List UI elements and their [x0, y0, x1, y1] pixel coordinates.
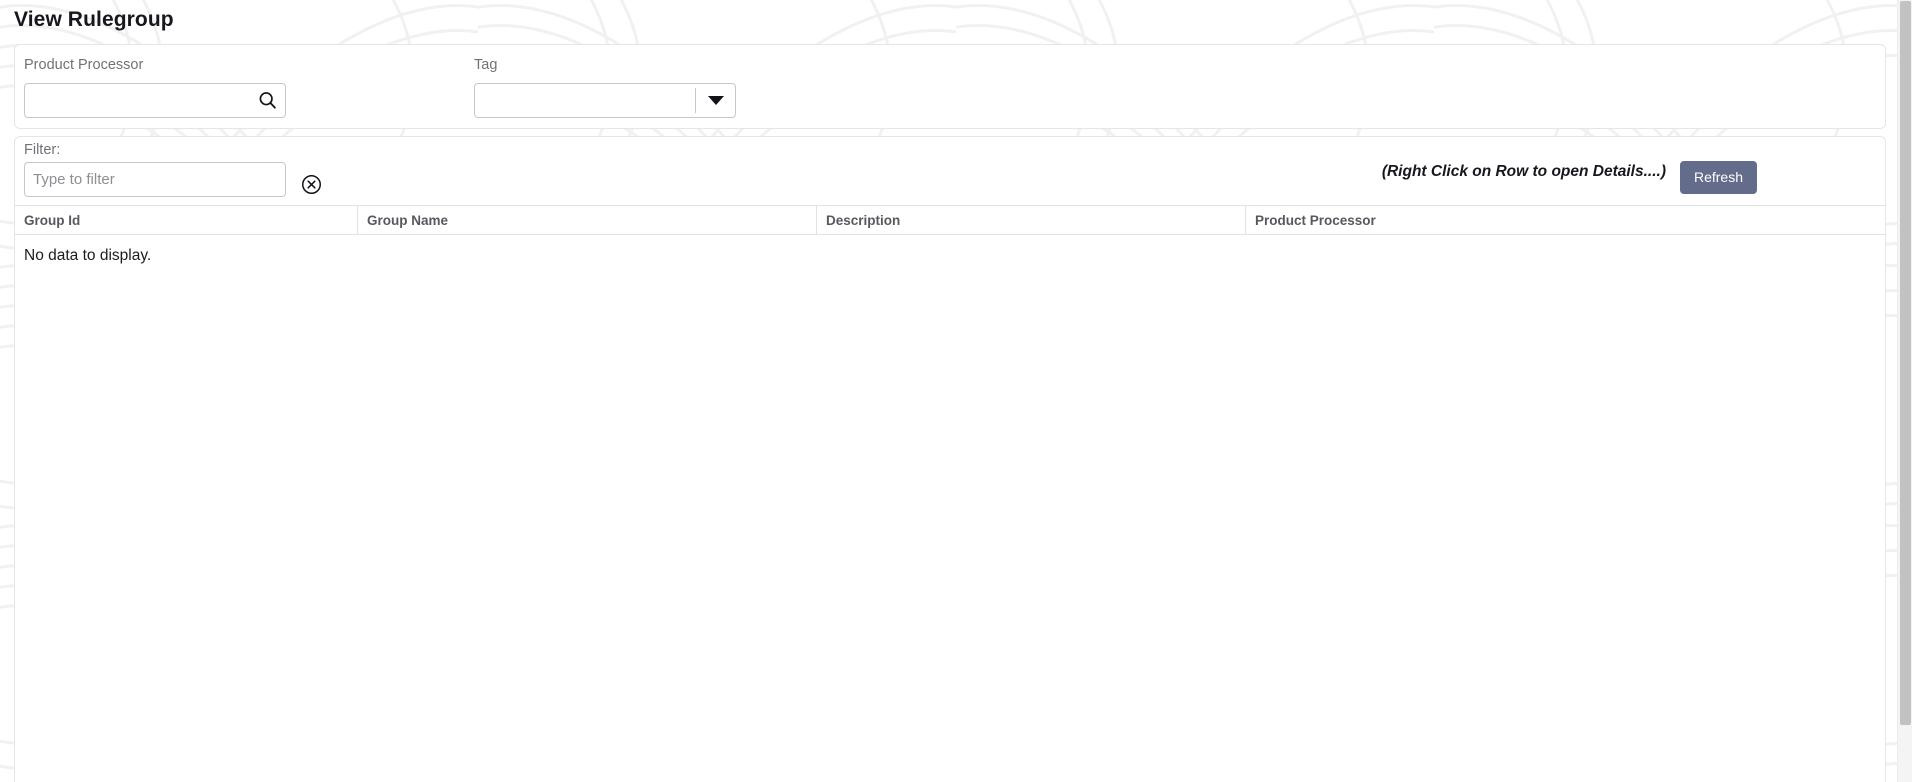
product-processor-field: Product Processor	[24, 58, 286, 118]
chevron-down-icon	[707, 95, 724, 105]
vertical-scrollbar-track[interactable]	[1897, 0, 1912, 782]
column-header-product-processor[interactable]: Product Processor	[1246, 206, 1885, 234]
circle-x-icon	[301, 174, 321, 194]
column-header-description[interactable]: Description	[817, 206, 1246, 234]
page-title: View Rulegroup	[14, 8, 174, 31]
tag-dropdown-shell[interactable]	[474, 82, 736, 118]
filter-input-shell[interactable]	[24, 162, 286, 197]
product-processor-input[interactable]	[25, 83, 285, 117]
table-empty-message: No data to display.	[24, 247, 152, 264]
column-header-group-id[interactable]: Group Id	[15, 206, 358, 234]
product-processor-search-button[interactable]	[255, 88, 279, 112]
filter-input[interactable]	[25, 163, 285, 196]
product-processor-input-shell[interactable]	[24, 82, 286, 118]
tag-field: Tag	[474, 58, 736, 118]
refresh-button[interactable]: Refresh	[1679, 161, 1757, 194]
search-icon	[259, 91, 276, 109]
vertical-scrollbar-thumb[interactable]	[1900, 1, 1911, 725]
tag-dropdown-button[interactable]	[696, 84, 735, 117]
tag-label: Tag	[474, 57, 498, 73]
page-root: View Rulegroup Product Processor Tag Fil…	[0, 0, 1912, 782]
filter-label: Filter:	[24, 142, 61, 158]
results-table: Group Id Group Name Description Product …	[15, 205, 1885, 782]
search-criteria-panel: Product Processor Tag	[14, 44, 1886, 129]
tag-input[interactable]	[475, 83, 690, 117]
results-panel: Filter: (Right Click on Row to open Deta…	[14, 136, 1886, 782]
product-processor-label: Product Processor	[24, 57, 144, 73]
clear-filter-button[interactable]	[300, 173, 322, 195]
table-header-row: Group Id Group Name Description Product …	[15, 205, 1885, 235]
right-click-hint: (Right Click on Row to open Details....)	[1381, 163, 1666, 180]
column-header-group-name[interactable]: Group Name	[358, 206, 817, 234]
